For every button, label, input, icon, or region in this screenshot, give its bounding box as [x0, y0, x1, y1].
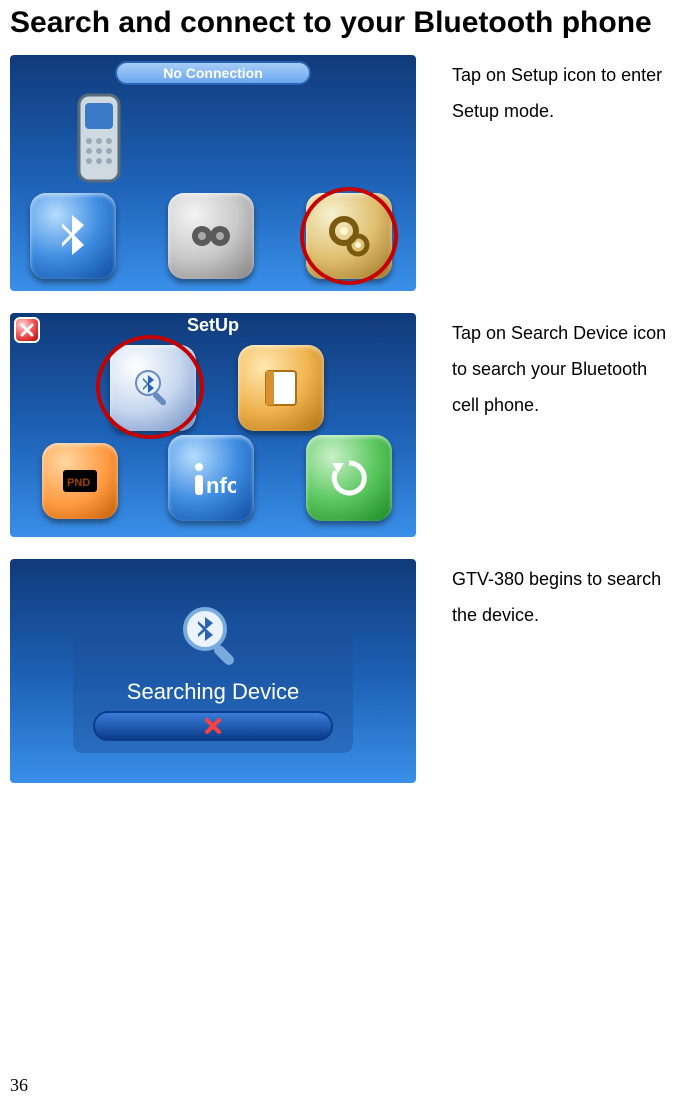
page-title: Search and connect to your Bluetooth pho…	[10, 6, 671, 41]
screenshot-setup: SetUp PND nfo.	[10, 313, 416, 537]
page-number: 36	[10, 1075, 28, 1096]
refresh-icon[interactable]	[306, 435, 392, 521]
phonebook-icon[interactable]	[238, 345, 324, 431]
status-bar: No Connection	[115, 61, 311, 85]
step-row-3: Searching Device GTV-380 begins to searc…	[10, 559, 671, 783]
setup-title: SetUp	[187, 315, 239, 336]
step-row-2: SetUp PND nfo. Tap on Search Device icon…	[10, 313, 671, 537]
phone-illustration	[56, 95, 142, 181]
bluetooth-icon[interactable]	[30, 193, 116, 279]
speakers-icon[interactable]	[168, 193, 254, 279]
cancel-search-button[interactable]	[93, 711, 333, 741]
dialog-title: Searching Device	[127, 679, 299, 705]
svg-text:PND: PND	[67, 477, 90, 489]
screenshot-no-connection: No Connection	[10, 55, 416, 291]
step-row-1: No Connection T	[10, 55, 671, 291]
highlight-circle	[96, 335, 204, 439]
step-caption-1: Tap on Setup icon to enter Setup mode.	[452, 55, 671, 129]
svg-text:nfo.: nfo.	[206, 473, 236, 498]
pnd-icon[interactable]: PND	[42, 443, 118, 519]
searching-dialog: Searching Device	[73, 633, 353, 753]
info-icon[interactable]: nfo.	[168, 435, 254, 521]
screenshot-searching: Searching Device	[10, 559, 416, 783]
step-caption-2: Tap on Search Device icon to search your…	[452, 313, 671, 423]
step-caption-3: GTV-380 begins to search the device.	[452, 559, 671, 633]
highlight-circle	[300, 187, 398, 285]
magnifier-icon	[173, 597, 253, 677]
close-icon[interactable]	[14, 317, 40, 343]
